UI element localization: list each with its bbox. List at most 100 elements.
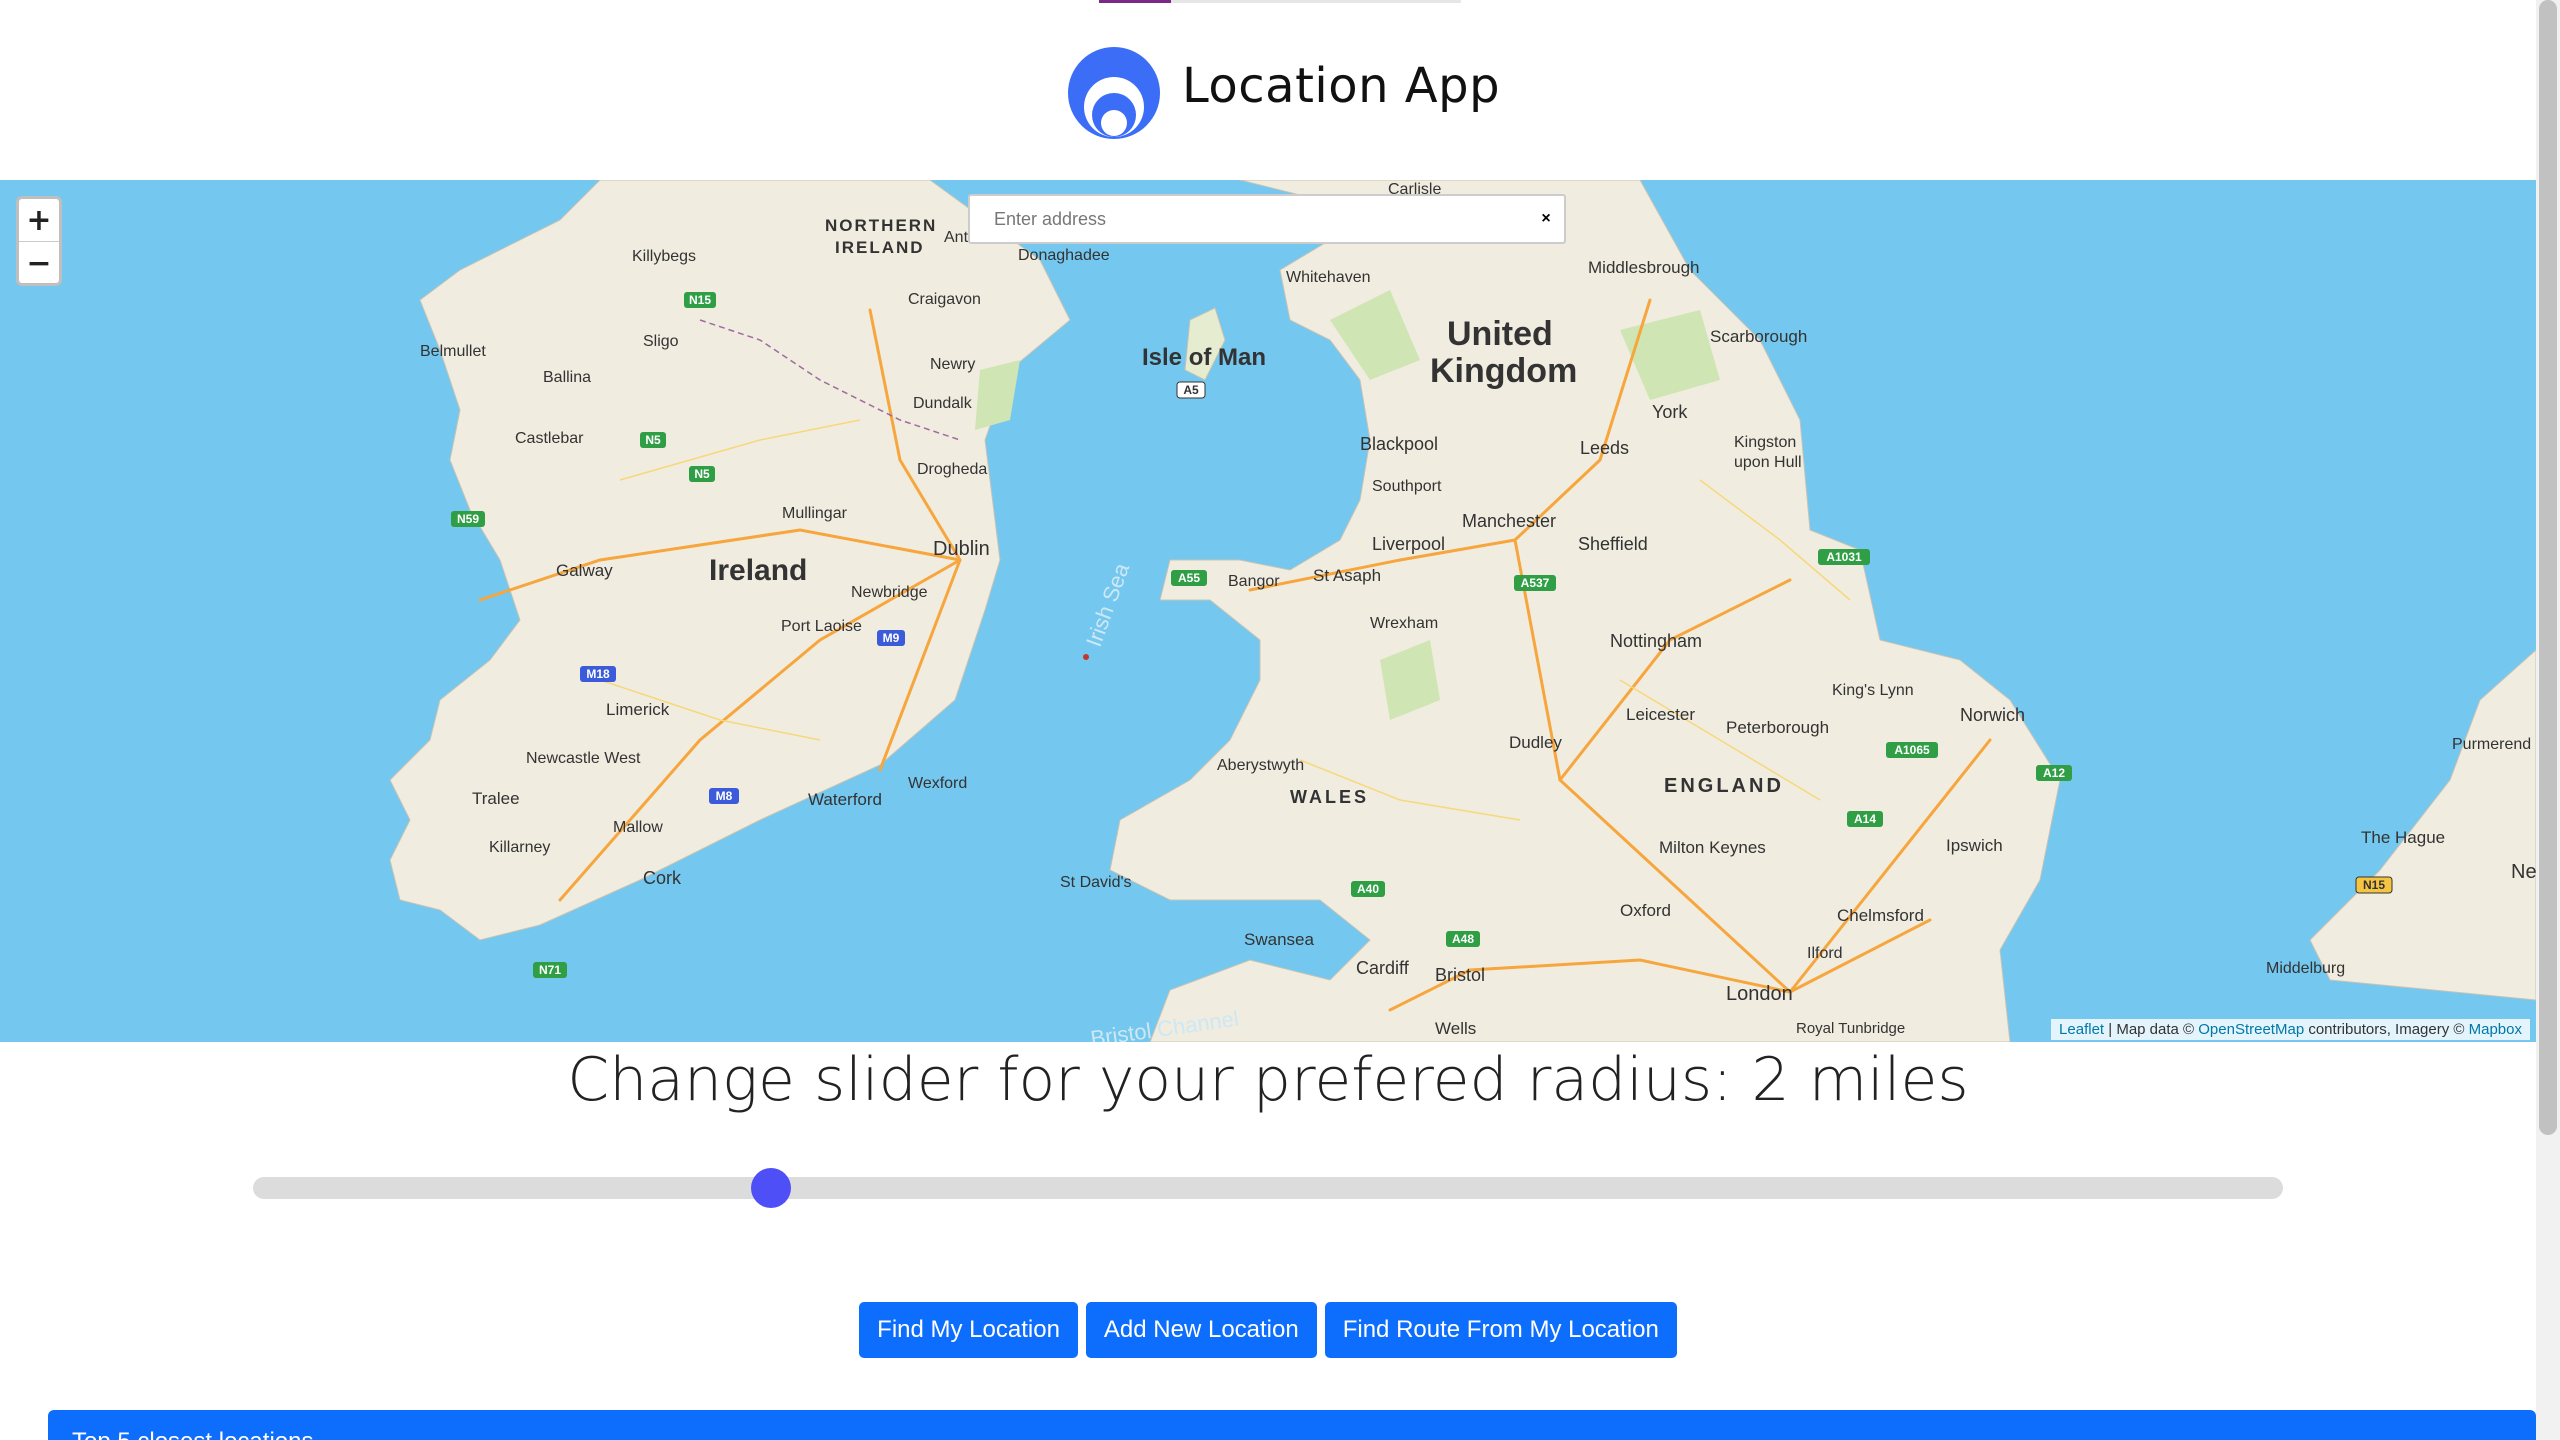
svg-text:A14: A14 <box>1854 812 1876 826</box>
map-label: Irish Sea <box>1081 559 1134 650</box>
map-label: Galway <box>556 561 613 580</box>
svg-text:A12: A12 <box>2043 766 2065 780</box>
map-label: Wexford <box>908 775 967 792</box>
road-shield: A537 <box>1514 575 1556 591</box>
map-label: Purmerend <box>2452 736 2531 753</box>
map-label: The Hague <box>2361 828 2445 847</box>
radius-slider-thumb[interactable] <box>750 1168 791 1208</box>
svg-text:N71: N71 <box>539 963 561 977</box>
map-label: London <box>1726 983 1793 1005</box>
closest-locations-header: Top 5 closest locations <box>48 1410 2536 1440</box>
map-label: Dublin <box>933 538 990 560</box>
road-shield: A14 <box>1847 811 1883 827</box>
app-logo-icon <box>1068 47 1160 139</box>
map-label: Ilford <box>1807 945 1843 962</box>
map-label: Craigavon <box>908 291 981 308</box>
map-view[interactable]: NORTHERN IRELAND Killybegs Donaghadee An… <box>0 180 2536 1042</box>
svg-text:A55: A55 <box>1178 571 1200 585</box>
map-label: Bangor <box>1228 573 1280 590</box>
map-label: IRELAND <box>835 238 925 257</box>
app-title: Location App <box>1182 58 1501 114</box>
road-shield: N71 <box>533 962 567 978</box>
map-label: Kingdom <box>1430 352 1577 390</box>
add-new-location-button[interactable]: Add New Location <box>1085 1302 1317 1358</box>
clear-search-icon[interactable]: × <box>1528 210 1564 228</box>
road-shield: A1065 <box>1886 742 1938 758</box>
map-label: Cardiff <box>1356 958 1410 978</box>
road-shield: N5 <box>640 432 666 448</box>
svg-text:N15: N15 <box>2363 878 2385 892</box>
road-shield: A12 <box>2036 765 2072 781</box>
scrollbar-thumb[interactable] <box>2539 0 2557 1135</box>
road-shield: N15 <box>684 292 716 308</box>
map-label: Ipswich <box>1946 836 2003 855</box>
address-search-input[interactable] <box>970 197 1528 241</box>
map-label: NORTHERN <box>825 216 937 235</box>
svg-text:M8: M8 <box>716 789 733 803</box>
map-label: Oxford <box>1620 901 1671 920</box>
map-attribution: Leaflet | Map data © OpenStreetMap contr… <box>2051 1019 2530 1040</box>
map-label: Ne <box>2511 861 2536 883</box>
page-scrollbar[interactable] <box>2536 0 2560 1440</box>
map-label: Manchester <box>1462 511 1556 531</box>
address-search: × <box>968 194 1566 244</box>
map-label: Dudley <box>1509 733 1562 752</box>
find-my-location-button[interactable]: Find My Location <box>859 1302 1078 1358</box>
map-label: Killybegs <box>632 248 696 265</box>
find-route-button[interactable]: Find Route From My Location <box>1324 1302 1677 1358</box>
map-label: Killarney <box>489 839 550 856</box>
map-label: Limerick <box>606 700 670 719</box>
mapbox-link[interactable]: Mapbox <box>2469 1021 2522 1038</box>
openstreetmap-link[interactable]: OpenStreetMap <box>2198 1021 2304 1038</box>
map-label: Chelmsford <box>1837 906 1924 925</box>
map-label: Norwich <box>1960 705 2025 725</box>
map-label: Bristol <box>1435 965 1485 985</box>
svg-text:A5: A5 <box>1183 383 1199 397</box>
road-shield: A48 <box>1446 931 1480 947</box>
svg-text:N59: N59 <box>457 512 479 526</box>
attribution-text: | Map data © <box>2104 1021 2199 1038</box>
road-shield: N59 <box>451 511 485 527</box>
map-label: Cork <box>643 868 682 888</box>
radius-slider[interactable] <box>253 1168 2283 1208</box>
road-shield: A40 <box>1351 881 1385 897</box>
zoom-in-button[interactable]: + <box>19 199 59 241</box>
map-label: Castlebar <box>515 430 584 447</box>
leaflet-link[interactable]: Leaflet <box>2059 1021 2104 1038</box>
attribution-text: contributors, Imagery © <box>2304 1021 2469 1038</box>
map-label: Newcastle West <box>526 750 641 767</box>
map-label: York <box>1652 402 1688 422</box>
svg-text:M18: M18 <box>586 667 610 681</box>
road-shield: M8 <box>709 788 739 804</box>
map-label: Kingston <box>1734 434 1796 451</box>
map-label: Wells <box>1435 1019 1476 1038</box>
map-label: Aberystwyth <box>1217 757 1304 774</box>
map-label: Royal Tunbridge <box>1796 1020 1905 1037</box>
action-buttons: Find My Location Add New Location Find R… <box>0 1302 2536 1358</box>
svg-text:A1031: A1031 <box>1826 550 1862 564</box>
map-label: Leicester <box>1626 705 1695 724</box>
road-shield: A1031 <box>1818 549 1870 565</box>
road-shield: N15 <box>2355 876 2393 894</box>
map-label: WALES <box>1290 787 1369 807</box>
map-label: Nottingham <box>1610 631 1702 651</box>
zoom-out-button[interactable]: − <box>19 241 59 283</box>
svg-text:A1065: A1065 <box>1894 743 1930 757</box>
map-label: Donaghadee <box>1018 247 1110 264</box>
map-label: Scarborough <box>1710 327 1807 346</box>
map-label: Liverpool <box>1372 534 1445 554</box>
map-label: Wrexham <box>1370 615 1438 632</box>
svg-text:N15: N15 <box>689 293 711 307</box>
radius-heading: Change slider for your prefered radius: … <box>567 1045 1969 1115</box>
location-marker-dot <box>1083 654 1089 660</box>
road-shield: M9 <box>877 630 905 646</box>
map-label: Sheffield <box>1578 534 1648 554</box>
app-header: Location App <box>0 0 2536 180</box>
svg-text:N5: N5 <box>645 433 661 447</box>
map-label: Blackpool <box>1360 434 1438 454</box>
map-label: Southport <box>1372 478 1442 495</box>
map-label: Drogheda <box>917 461 987 478</box>
svg-text:A48: A48 <box>1452 932 1474 946</box>
map-basemap[interactable]: NORTHERN IRELAND Killybegs Donaghadee An… <box>0 180 2536 1042</box>
map-label: Ireland <box>709 554 807 587</box>
